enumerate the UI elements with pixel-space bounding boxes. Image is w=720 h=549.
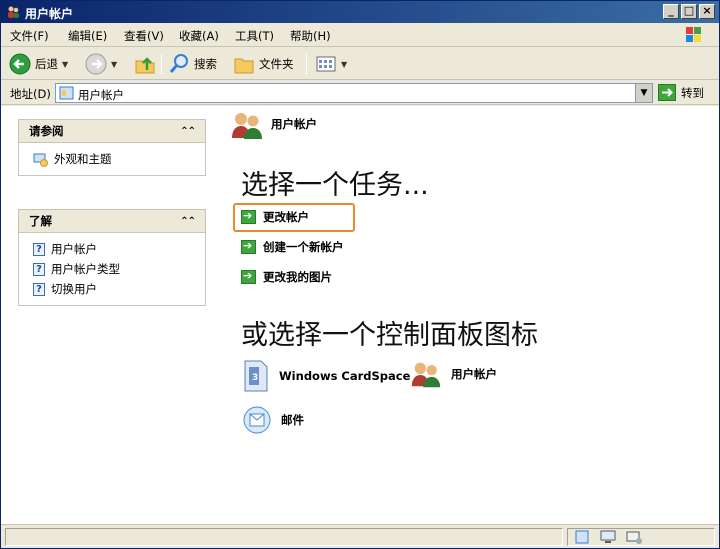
back-button[interactable]: 后退 ▼ [9,53,68,75]
toolbar: 后退 ▼ ▼ 搜索 文件夹 ▼ [1,48,719,80]
see-also-header[interactable]: 请参阅 ⌃⌃ [19,120,205,143]
menu-tools[interactable]: 工具(T) [235,28,274,44]
window-title: 用户帐户 [25,7,74,21]
learn-item-account-types[interactable]: ? 用户帐户类型 [33,259,205,279]
views-button[interactable]: ▼ [315,53,347,75]
back-label: 后退 [35,57,58,71]
up-folder-button[interactable] [134,53,156,75]
users-icon [411,362,441,388]
learn-panel: 了解 ⌃⌃ ? 用户帐户 ? 用户帐户类型 ? 切换用户 [18,209,206,306]
folders-label: 文件夹 [259,57,294,71]
back-arrow-icon [9,53,31,75]
window-controls: _ □ × [663,4,715,19]
search-button[interactable]: 搜索 [168,53,217,75]
control-panel-icon [59,86,74,100]
forward-arrow-icon [85,53,107,75]
learn-item-label: 用户帐户类型 [51,262,120,276]
menu-edit[interactable]: 编辑(E) [68,28,107,44]
explorer-window: 用户帐户 _ □ × 文件(F) 编辑(E) 查看(V) 收藏(A) 工具(T)… [0,0,720,549]
status-pane [5,528,563,546]
task-label: 创建一个新帐户 [263,240,344,254]
maximize-button[interactable]: □ [681,4,697,19]
up-folder-icon [135,57,155,74]
menu-favorites[interactable]: 收藏(A) [179,28,219,44]
task-arrow-icon [241,269,256,284]
close-button[interactable]: × [699,4,715,19]
views-grid-icon [316,56,336,72]
learn-item-label: 用户帐户 [51,242,97,256]
task-change-picture[interactable]: 更改我的图片 [241,269,332,285]
content-area: 请参阅 ⌃⌃ 外观和主题 了解 ⌃⌃ ? 用户帐户 ? 用户帐户类型 ? 切换用… [1,106,719,524]
task-heading: 选择一个任务... [241,170,429,201]
see-also-panel: 请参阅 ⌃⌃ 外观和主题 [18,119,206,176]
appearance-icon [33,153,48,167]
task-arrow-icon [241,239,256,254]
learn-item-label: 切换用户 [51,282,97,296]
minimize-button[interactable]: _ [663,4,679,19]
network-icon [626,531,642,544]
search-label: 搜索 [194,57,217,71]
menu-file[interactable]: 文件(F) [10,28,49,44]
toolbar-separator [161,54,162,74]
svg-text:3: 3 [252,373,258,383]
menu-help[interactable]: 帮助(H) [290,28,331,44]
go-arrow-icon [658,84,676,101]
menu-bar: 文件(F) 编辑(E) 查看(V) 收藏(A) 工具(T) 帮助(H) [1,23,719,47]
menu-view[interactable]: 查看(V) [124,28,164,44]
cp-item-label: 用户帐户 [451,367,497,381]
go-button[interactable]: 转到 [658,84,704,101]
mail-icon [243,406,271,434]
icon-heading: 或选择一个控制面板图标 [241,320,538,351]
cp-item-label: Windows CardSpace [279,369,411,383]
learn-item-switch-user[interactable]: ? 切换用户 [33,279,205,299]
cp-item-cardspace[interactable]: 3 Windows CardSpace [241,359,410,393]
search-icon [169,54,188,73]
task-label: 更改我的图片 [263,270,332,284]
address-dropdown-icon[interactable]: ▼ [635,84,652,102]
learn-item-user-accounts[interactable]: ? 用户帐户 [33,239,205,259]
see-also-item-appearance[interactable]: 外观和主题 [33,149,205,169]
forward-dropdown-icon[interactable]: ▼ [111,60,117,69]
task-arrow-icon [241,209,256,224]
learn-header[interactable]: 了解 ⌃⌃ [19,210,205,233]
address-label: 地址(D) [10,87,51,101]
back-dropdown-icon[interactable]: ▼ [62,60,68,69]
users-icon [232,113,262,139]
go-label: 转到 [681,85,704,100]
windows-logo-icon [686,27,701,42]
cp-item-user-accounts[interactable]: 用户帐户 [409,359,497,389]
cardspace-icon: 3 [244,360,268,392]
folders-button[interactable]: 文件夹 [233,53,294,75]
computer-icon [600,530,616,543]
see-also-title: 请参阅 [29,124,64,138]
address-input[interactable]: 用户帐户 ▼ [55,83,653,103]
learn-title: 了解 [29,214,52,228]
collapse-chevron-icon[interactable]: ⌃⌃ [180,126,196,137]
collapse-chevron-icon[interactable]: ⌃⌃ [180,216,196,227]
folder-icon [234,58,254,74]
forward-button[interactable]: ▼ [85,53,117,75]
help-icon: ? [33,262,45,276]
task-label: 更改帐户 [263,210,309,224]
title-bar[interactable]: 用户帐户 _ □ × [1,1,719,23]
cp-item-label: 邮件 [281,413,304,427]
toolbar-separator [306,54,307,74]
see-also-item-label: 外观和主题 [54,152,112,166]
views-dropdown-icon[interactable]: ▼ [341,60,347,69]
address-bar: 地址(D) 用户帐户 ▼ 转到 [1,81,719,105]
cp-item-mail[interactable]: 邮件 [241,404,304,436]
security-zone-icon [575,530,589,544]
status-bar [1,524,719,548]
task-create-account[interactable]: 创建一个新帐户 [241,239,344,255]
task-change-account[interactable]: 更改帐户 [241,209,309,225]
help-icon: ? [33,242,45,256]
page-title: 用户帐户 [271,117,317,131]
address-value: 用户帐户 [78,88,124,102]
users-icon [8,6,19,18]
help-icon: ? [33,282,45,296]
